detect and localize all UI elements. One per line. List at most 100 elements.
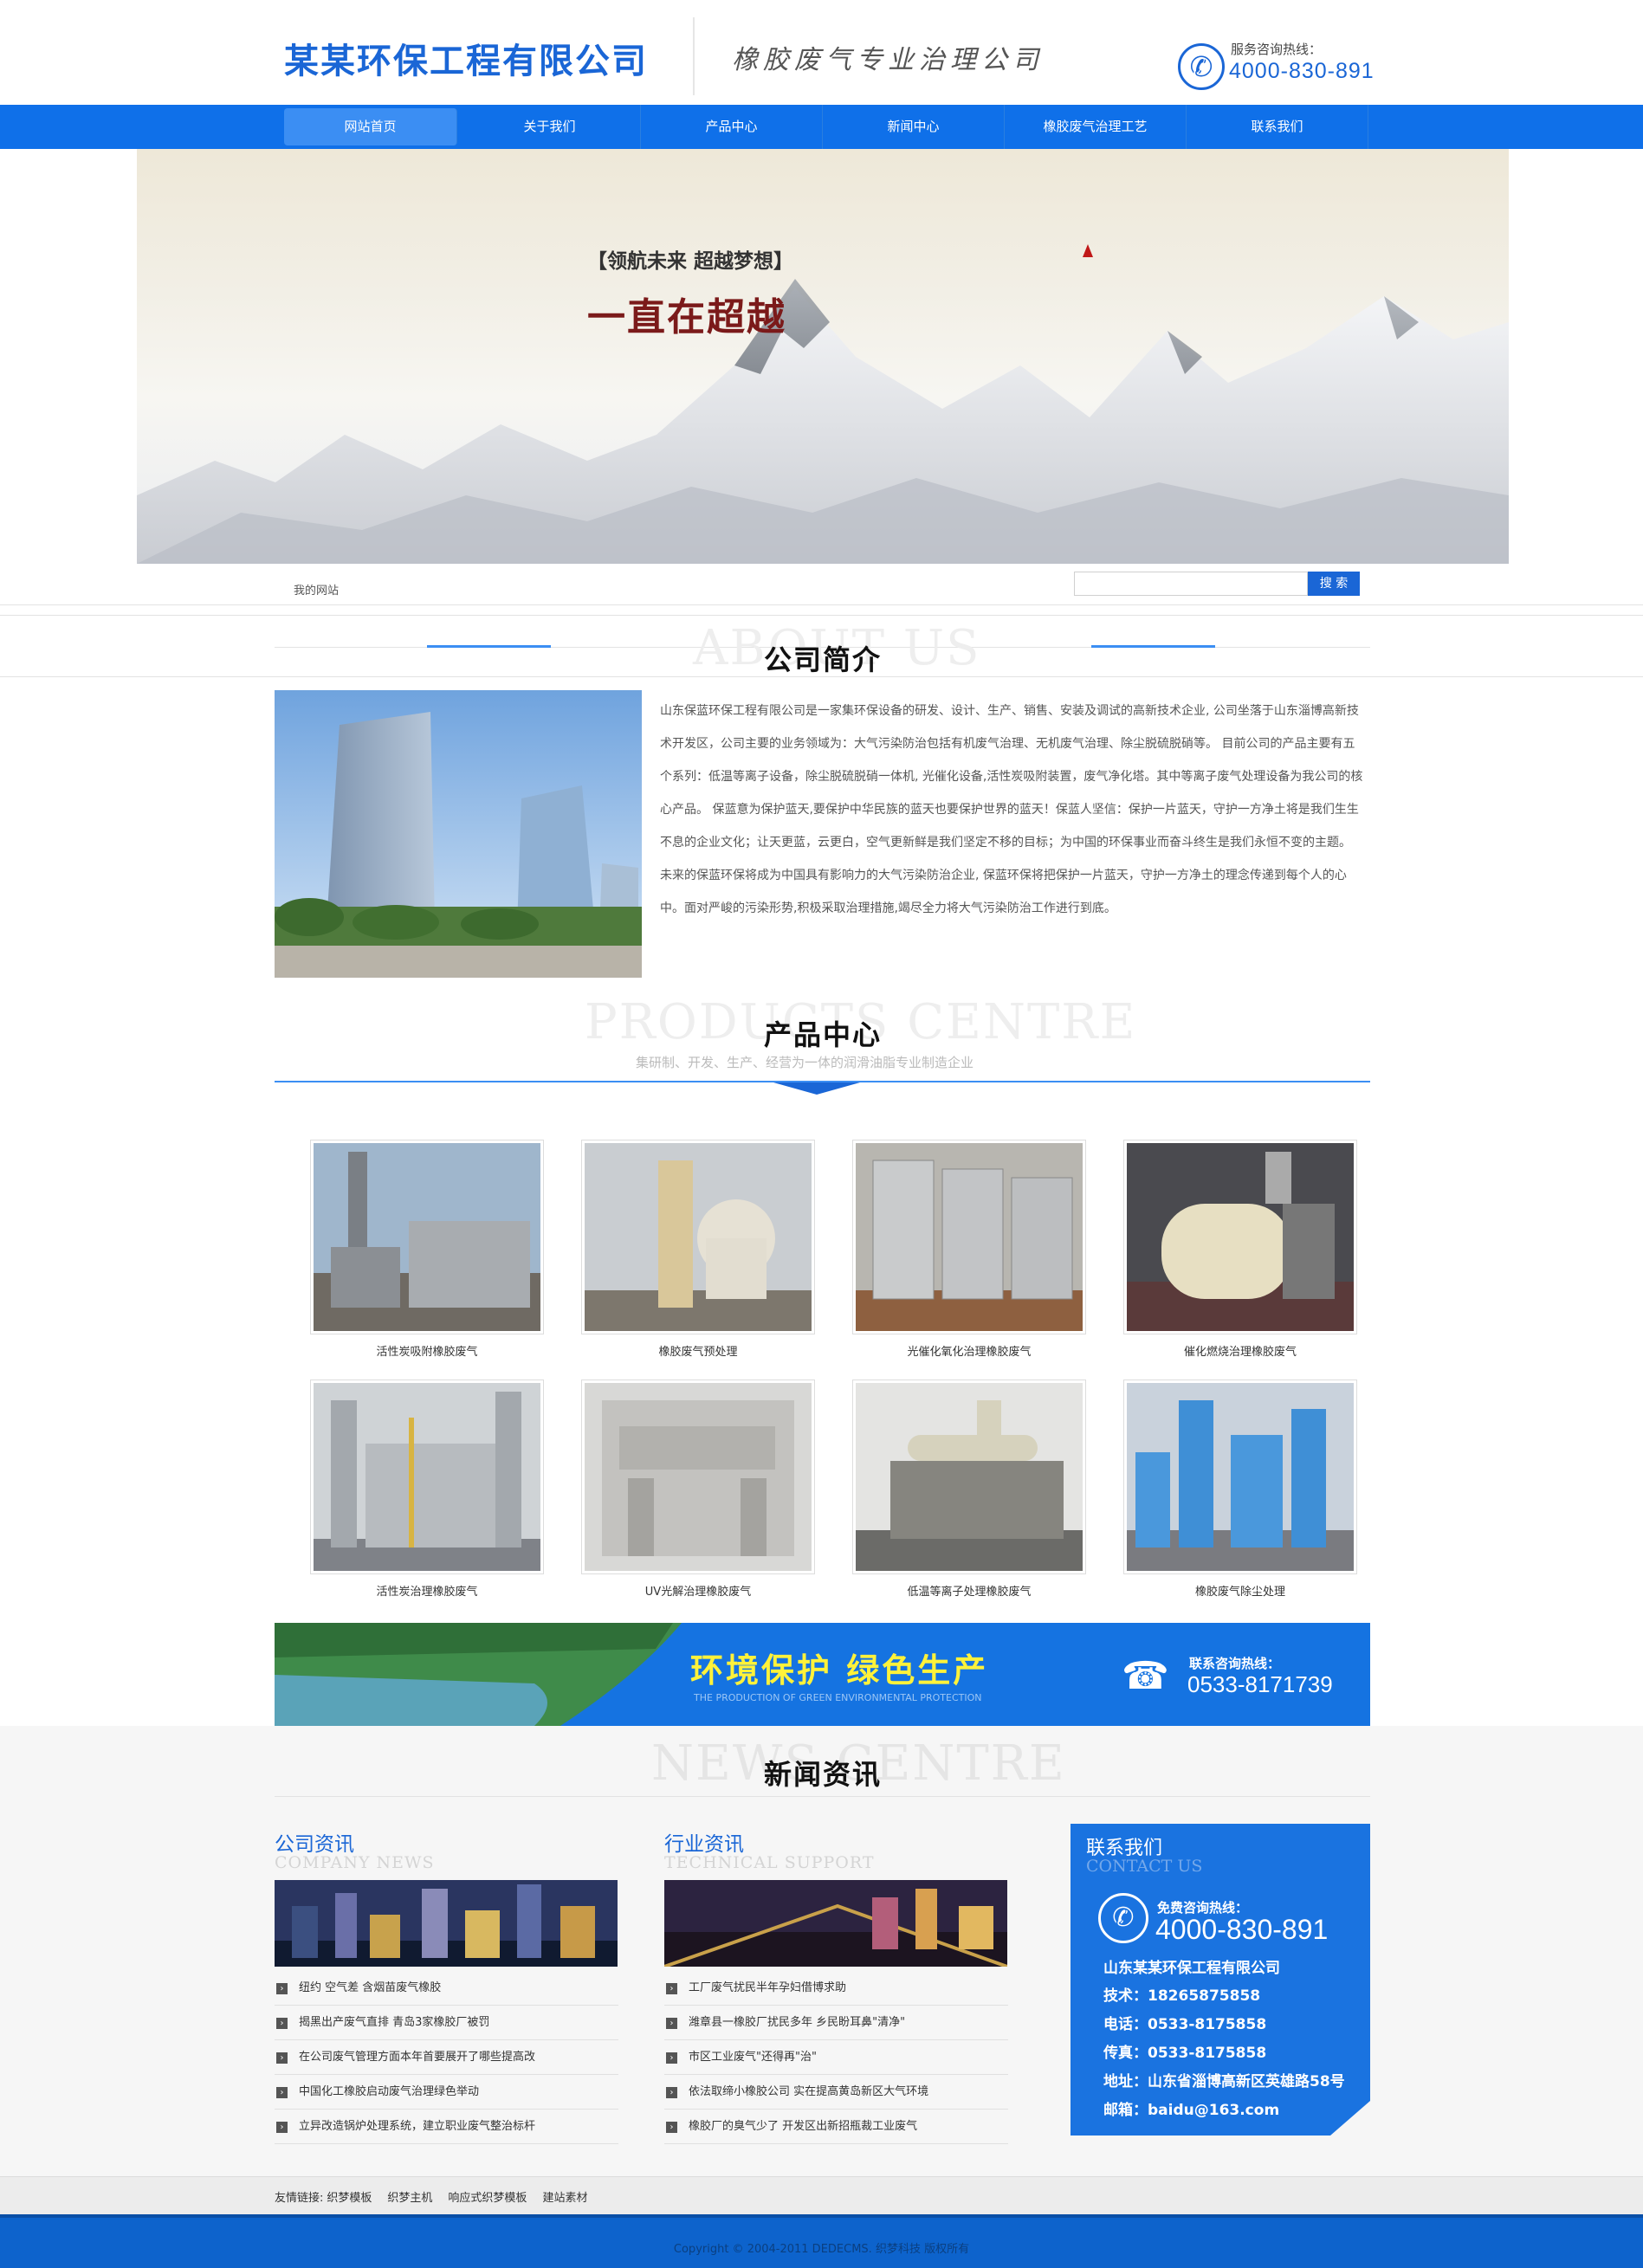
products-pointer xyxy=(773,1082,860,1095)
list-item[interactable]: › 立异改造锅炉处理系统，建立职业废气整治标杆 xyxy=(275,2110,618,2144)
friend-link[interactable]: 响应式织梦模板 xyxy=(448,2188,527,2205)
list-item[interactable]: › 潍章县一橡胶厂扰民多年 乡民盼耳鼻"清净" xyxy=(664,2006,1008,2040)
industry-news-image xyxy=(664,1880,1007,1967)
product-label[interactable]: 活性炭吸附橡胶废气 xyxy=(310,1342,544,1359)
product-card[interactable]: 活性炭吸附橡胶废气 xyxy=(310,1140,544,1359)
list-item[interactable]: › 橡胶厂的臭气少了 开发区出新招瓶裁工业废气 xyxy=(664,2110,1008,2144)
product-card[interactable]: 光催化氧化治理橡胶废气 xyxy=(852,1140,1086,1359)
search-input[interactable] xyxy=(1074,572,1308,596)
product-label[interactable]: 低温等离子处理橡胶废气 xyxy=(852,1582,1086,1599)
hero-banner[interactable]: 【领航未来 超越梦想】 一直在超越 xyxy=(137,149,1509,564)
product-label[interactable]: 橡胶废气除尘处理 xyxy=(1123,1582,1357,1599)
contact-tech: 技术：18265875858 xyxy=(1103,1987,1261,2005)
promo-headline: 环境保护 绿色生产 xyxy=(690,1651,989,1690)
chevron-right-icon: › xyxy=(276,2087,288,2098)
nav-item-process[interactable]: 橡胶废气治理工艺 xyxy=(1005,105,1187,149)
chevron-right-icon: › xyxy=(276,2052,288,2064)
product-label[interactable]: 活性炭治理橡胶废气 xyxy=(310,1582,544,1599)
list-item[interactable]: › 依法取缔小橡胶公司 实在提高黄岛新区大气环境 xyxy=(664,2075,1008,2110)
about-title: 公司简介 xyxy=(764,643,883,676)
product-image[interactable] xyxy=(1123,1140,1357,1334)
divider-line xyxy=(0,604,1643,605)
news-rule xyxy=(275,1796,1370,1797)
about-accent-right xyxy=(1091,645,1215,648)
mountain-illustration xyxy=(137,244,1509,564)
chevron-right-icon: › xyxy=(666,1983,677,1994)
industry-news-sub: TECHNICAL SUPPORT xyxy=(664,1853,875,1872)
about-accent-left xyxy=(427,645,551,648)
banner-headline: 一直在超越 xyxy=(587,295,786,339)
product-image[interactable] xyxy=(852,1380,1086,1574)
product-image[interactable] xyxy=(852,1140,1086,1334)
product-label[interactable]: 橡胶废气预处理 xyxy=(581,1342,815,1359)
company-logo[interactable]: 某某环保工程有限公司 xyxy=(284,33,648,83)
company-news-image xyxy=(275,1880,618,1967)
header-slogan: 橡胶废气专业治理公司 xyxy=(732,45,1044,75)
phone-icon: ✆ xyxy=(1178,43,1225,90)
list-item[interactable]: › 中国化工橡胶启动废气治理绿色举动 xyxy=(275,2075,618,2110)
list-item[interactable]: › 市区工业废气"还得再"治" xyxy=(664,2040,1008,2075)
list-item[interactable]: › 揭黑出产废气直排 青岛3家橡胶厂被罚 xyxy=(275,2006,618,2040)
nav-item-contact[interactable]: 联系我们 xyxy=(1187,105,1368,149)
company-news-title[interactable]: 公司资讯 xyxy=(275,1827,354,1857)
chevron-right-icon: › xyxy=(276,2018,288,2029)
contact-fax: 传真：0533-8175858 xyxy=(1103,2045,1267,2062)
friend-links-label: 友情链接: xyxy=(275,2192,324,2205)
chevron-right-icon: › xyxy=(666,2052,677,2064)
company-news-sub: COMPANY NEWS xyxy=(275,1853,435,1872)
list-item[interactable]: › 纽约 空气差 含烟苗废气橡胶 xyxy=(275,1971,618,2006)
nav-item-home[interactable]: 网站首页 xyxy=(284,108,457,145)
products-subtitle: 集研制、开发、生产、经营为一体的润滑油脂专业制造企业 xyxy=(636,1055,974,1070)
contact-email[interactable]: 邮箱：baidu@163.com xyxy=(1103,2097,1279,2119)
nav-item-products[interactable]: 产品中心 xyxy=(641,105,823,149)
product-image[interactable] xyxy=(1123,1380,1357,1574)
contact-phone: 电话：0533-8175858 xyxy=(1103,2016,1267,2033)
page-curl xyxy=(1330,2101,1370,2136)
product-label[interactable]: 光催化氧化治理橡胶废气 xyxy=(852,1342,1086,1359)
nav-item-about[interactable]: 关于我们 xyxy=(459,105,641,149)
about-company-photo xyxy=(275,690,642,978)
product-card[interactable]: 活性炭治理橡胶废气 xyxy=(310,1380,544,1599)
contact-address: 地址：山东省淄博高新区英雄路58号 xyxy=(1103,2073,1345,2090)
friend-links-bar xyxy=(0,2176,1643,2214)
chevron-right-icon: › xyxy=(276,2122,288,2133)
chevron-right-icon: › xyxy=(276,1983,288,1994)
chevron-right-icon: › xyxy=(666,2122,677,2133)
product-card[interactable]: 低温等离子处理橡胶废气 xyxy=(852,1380,1086,1599)
products-title: 产品中心 xyxy=(764,1018,883,1051)
contact-box: 联系我们 CONTACT US ✆ 免费咨询热线： 4000-830-891 山… xyxy=(1071,1824,1370,2136)
promo-banner[interactable]: 环境保护 绿色生产 THE PRODUCTION OF GREEN ENVIRO… xyxy=(275,1623,1370,1726)
product-card[interactable]: 橡胶废气除尘处理 xyxy=(1123,1380,1357,1599)
breadcrumb[interactable]: 我的网站 xyxy=(294,581,339,598)
product-card[interactable]: 催化燃烧治理橡胶废气 xyxy=(1123,1140,1357,1359)
contact-company: 山东某某环保工程有限公司 xyxy=(1103,1960,1280,1977)
product-image[interactable] xyxy=(310,1140,544,1334)
search-button[interactable]: 搜 索 xyxy=(1308,572,1360,596)
list-item[interactable]: › 工厂废气扰民半年孕妇借博求助 xyxy=(664,1971,1008,2006)
product-image[interactable] xyxy=(581,1380,815,1574)
product-label[interactable]: 催化燃烧治理橡胶废气 xyxy=(1123,1342,1357,1359)
product-image[interactable] xyxy=(310,1380,544,1574)
friend-links: 友情链接: 织梦模板 织梦主机 响应式织梦模板 建站素材 xyxy=(275,2188,587,2205)
main-nav: 网站首页 关于我们 产品中心 新闻中心 橡胶废气治理工艺 联系我们 xyxy=(0,105,1643,149)
copyright: Copyright © 2004-2011 DEDECMS. 织梦科技 版权所有 xyxy=(673,2243,970,2256)
telephone-icon: ☎ xyxy=(1122,1654,1169,1698)
phone-icon: ✆ xyxy=(1098,1893,1148,1943)
product-card[interactable]: UV光解治理橡胶废气 xyxy=(581,1380,815,1599)
nav-item-news[interactable]: 新闻中心 xyxy=(823,105,1005,149)
hotline-label: 服务咨询热线： xyxy=(1231,42,1323,57)
company-news-list: › 纽约 空气差 含烟苗废气橡胶 › 揭黑出产废气直排 青岛3家橡胶厂被罚 › 在公司… xyxy=(275,1971,618,2144)
friend-link[interactable]: 织梦模板 xyxy=(327,2188,372,2205)
product-image[interactable] xyxy=(581,1140,815,1334)
friend-link[interactable]: 建站素材 xyxy=(542,2188,587,2205)
list-item[interactable]: › 在公司废气管理方面本年首要展开了哪些提高改 xyxy=(275,2040,618,2075)
promo-hotline-number: 0533-8171739 xyxy=(1187,1671,1333,1697)
product-label[interactable]: UV光解治理橡胶废气 xyxy=(581,1582,815,1599)
news-title: 新闻资讯 xyxy=(764,1758,883,1791)
industry-news-title[interactable]: 行业资讯 xyxy=(664,1827,744,1857)
about-description: 山东保蓝环保工程有限公司是一家集环保设备的研发、设计、生产、销售、安装及调试的高… xyxy=(660,704,1363,915)
friend-link[interactable]: 织梦主机 xyxy=(387,2188,432,2205)
contact-sub: CONTACT US xyxy=(1086,1857,1203,1876)
product-card[interactable]: 橡胶废气预处理 xyxy=(581,1140,815,1359)
chevron-right-icon: › xyxy=(666,2018,677,2029)
